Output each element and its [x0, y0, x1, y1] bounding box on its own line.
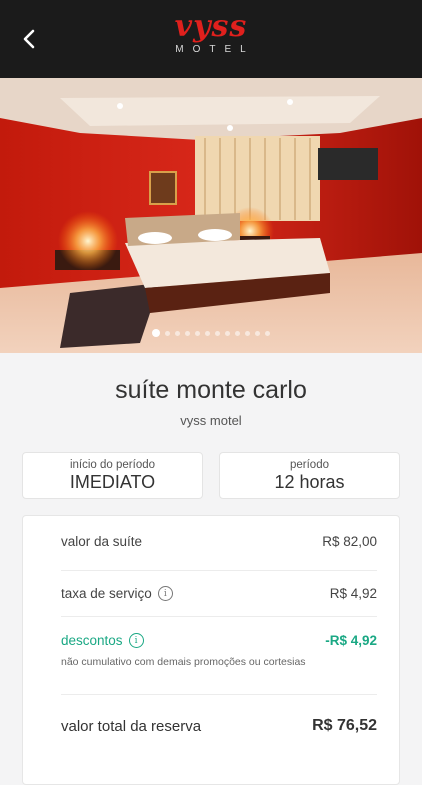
- carousel-dot[interactable]: [195, 330, 200, 336]
- carousel-dot[interactable]: [205, 330, 210, 336]
- carousel-dot[interactable]: [225, 330, 230, 336]
- service-fee-value: R$ 4,92: [329, 586, 377, 601]
- total-label: valor total da reserva: [61, 717, 202, 735]
- suite-photo: [0, 78, 422, 353]
- carousel-dot[interactable]: [255, 330, 260, 336]
- carousel-dot[interactable]: [165, 330, 170, 336]
- discount-value: -R$ 4,92: [325, 633, 377, 648]
- duration-label: período: [289, 459, 329, 471]
- service-fee-label-group: taxa de serviço i: [61, 586, 173, 601]
- service-fee-row: taxa de serviço i R$ 4,92: [61, 571, 377, 617]
- suite-price-value: R$ 82,00: [322, 534, 377, 549]
- carousel-dot[interactable]: [245, 330, 250, 336]
- back-button[interactable]: [12, 22, 46, 56]
- suite-price-row: valor da suíte R$ 82,00: [61, 516, 377, 571]
- carousel-dot[interactable]: [215, 330, 220, 336]
- chevron-left-icon: [23, 29, 35, 49]
- discount-label-group: descontos i: [61, 633, 144, 648]
- info-icon[interactable]: i: [128, 633, 144, 648]
- duration-card[interactable]: período 12 horas: [219, 452, 400, 499]
- period-selector: início do período IMEDIATO período 12 ho…: [22, 452, 400, 499]
- carousel-dot[interactable]: [152, 329, 160, 337]
- price-summary: valor da suíte R$ 82,00 taxa de serviço …: [22, 515, 400, 785]
- discount-label: descontos: [61, 633, 123, 648]
- total-row: valor total da reserva R$ 76,52: [61, 717, 377, 735]
- suite-price-label: valor da suíte: [61, 534, 143, 549]
- suite-title: suíte monte carlo: [115, 376, 307, 404]
- carousel-indicator: [0, 329, 422, 337]
- logo-subtitle: MOTEL: [175, 44, 255, 55]
- start-period-label: início do período: [69, 459, 156, 471]
- service-fee-label: taxa de serviço: [61, 586, 152, 601]
- discount-note: não cumulativo com demais promoções ou c…: [61, 656, 306, 668]
- carousel-dot[interactable]: [185, 330, 190, 336]
- logo-script: vyss: [174, 9, 248, 44]
- carousel-dot[interactable]: [175, 330, 180, 336]
- duration-value: 12 horas: [274, 472, 345, 492]
- suite-photo-carousel[interactable]: [0, 78, 422, 353]
- brand-logo: vyss MOTEL: [166, 10, 256, 68]
- carousel-dot[interactable]: [235, 330, 240, 336]
- motel-name: vyss motel: [180, 413, 242, 428]
- top-bar: vyss MOTEL: [0, 0, 422, 78]
- info-icon[interactable]: i: [157, 586, 173, 601]
- start-period-card[interactable]: início do período IMEDIATO: [22, 452, 203, 499]
- carousel-dot[interactable]: [265, 330, 270, 336]
- discount-row: descontos i -R$ 4,92 não cumulativo com …: [61, 617, 377, 695]
- total-value: R$ 76,52: [312, 717, 377, 734]
- start-period-value: IMEDIATO: [69, 472, 156, 492]
